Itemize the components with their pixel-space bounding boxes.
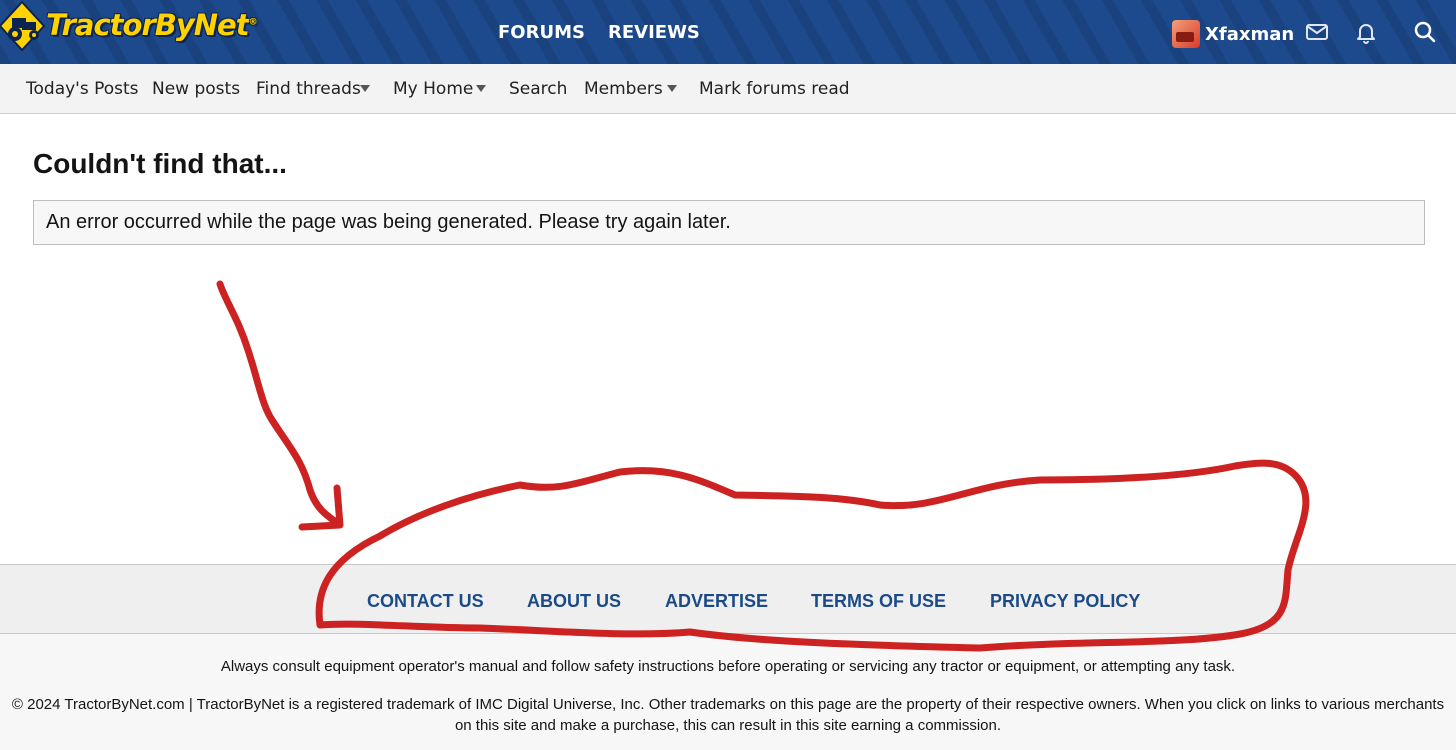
subnav-members[interactable]: Members	[584, 64, 663, 113]
user-menu[interactable]: Xfaxman	[1172, 20, 1294, 48]
safety-disclaimer: Always consult equipment operator's manu…	[220, 658, 1236, 675]
username-label: Xfaxman	[1205, 23, 1295, 45]
members-dropdown-icon[interactable]	[667, 85, 677, 92]
subnav-find-threads[interactable]: Find threads	[256, 64, 361, 113]
inbox-icon[interactable]	[1305, 20, 1329, 44]
sub-navigation: Today's Posts New posts Find threads My …	[0, 64, 1456, 114]
error-message: An error occurred while the page was bei…	[46, 211, 731, 233]
annotation-arrowhead	[298, 484, 344, 531]
subnav-my-home[interactable]: My Home	[393, 64, 473, 113]
nav-forums[interactable]: FORUMS	[498, 0, 585, 64]
footer-terms-link[interactable]: TERMS OF USE	[811, 591, 946, 612]
footer-links-bar: CONTACT US ABOUT US ADVERTISE TERMS OF U…	[0, 564, 1456, 634]
avatar	[1172, 20, 1200, 48]
copyright-notice: © 2024 TractorByNet.com | TractorByNet i…	[11, 696, 1445, 734]
footer-legal: Always consult equipment operator's manu…	[0, 634, 1456, 750]
subnav-new-posts[interactable]: New posts	[152, 64, 240, 113]
subnav-search[interactable]: Search	[509, 64, 567, 113]
annotation-arrow-shaft	[216, 280, 340, 526]
my-home-dropdown-icon[interactable]	[476, 85, 486, 92]
nav-reviews[interactable]: REVIEWS	[608, 0, 700, 64]
find-threads-dropdown-icon[interactable]	[360, 85, 370, 92]
footer-about-us-link[interactable]: ABOUT US	[527, 591, 621, 612]
footer-privacy-link[interactable]: PRIVACY POLICY	[990, 591, 1140, 612]
footer-contact-us-link[interactable]: CONTACT US	[367, 591, 484, 612]
page-title: Couldn't find that...	[33, 148, 287, 179]
error-message-box: An error occurred while the page was bei…	[33, 200, 1425, 245]
footer-advertise-link[interactable]: ADVERTISE	[665, 591, 768, 612]
site-header: TractorByNet® FORUMS REVIEWS Xfaxman	[0, 0, 1456, 64]
logo-wordmark: TractorByNet®	[46, 8, 258, 42]
subnav-todays-posts[interactable]: Today's Posts	[26, 64, 139, 113]
tractor-logo-icon	[0, 0, 46, 52]
bell-icon[interactable]	[1354, 20, 1378, 44]
search-icon[interactable]	[1413, 20, 1437, 44]
subnav-mark-forums-read[interactable]: Mark forums read	[699, 64, 850, 113]
